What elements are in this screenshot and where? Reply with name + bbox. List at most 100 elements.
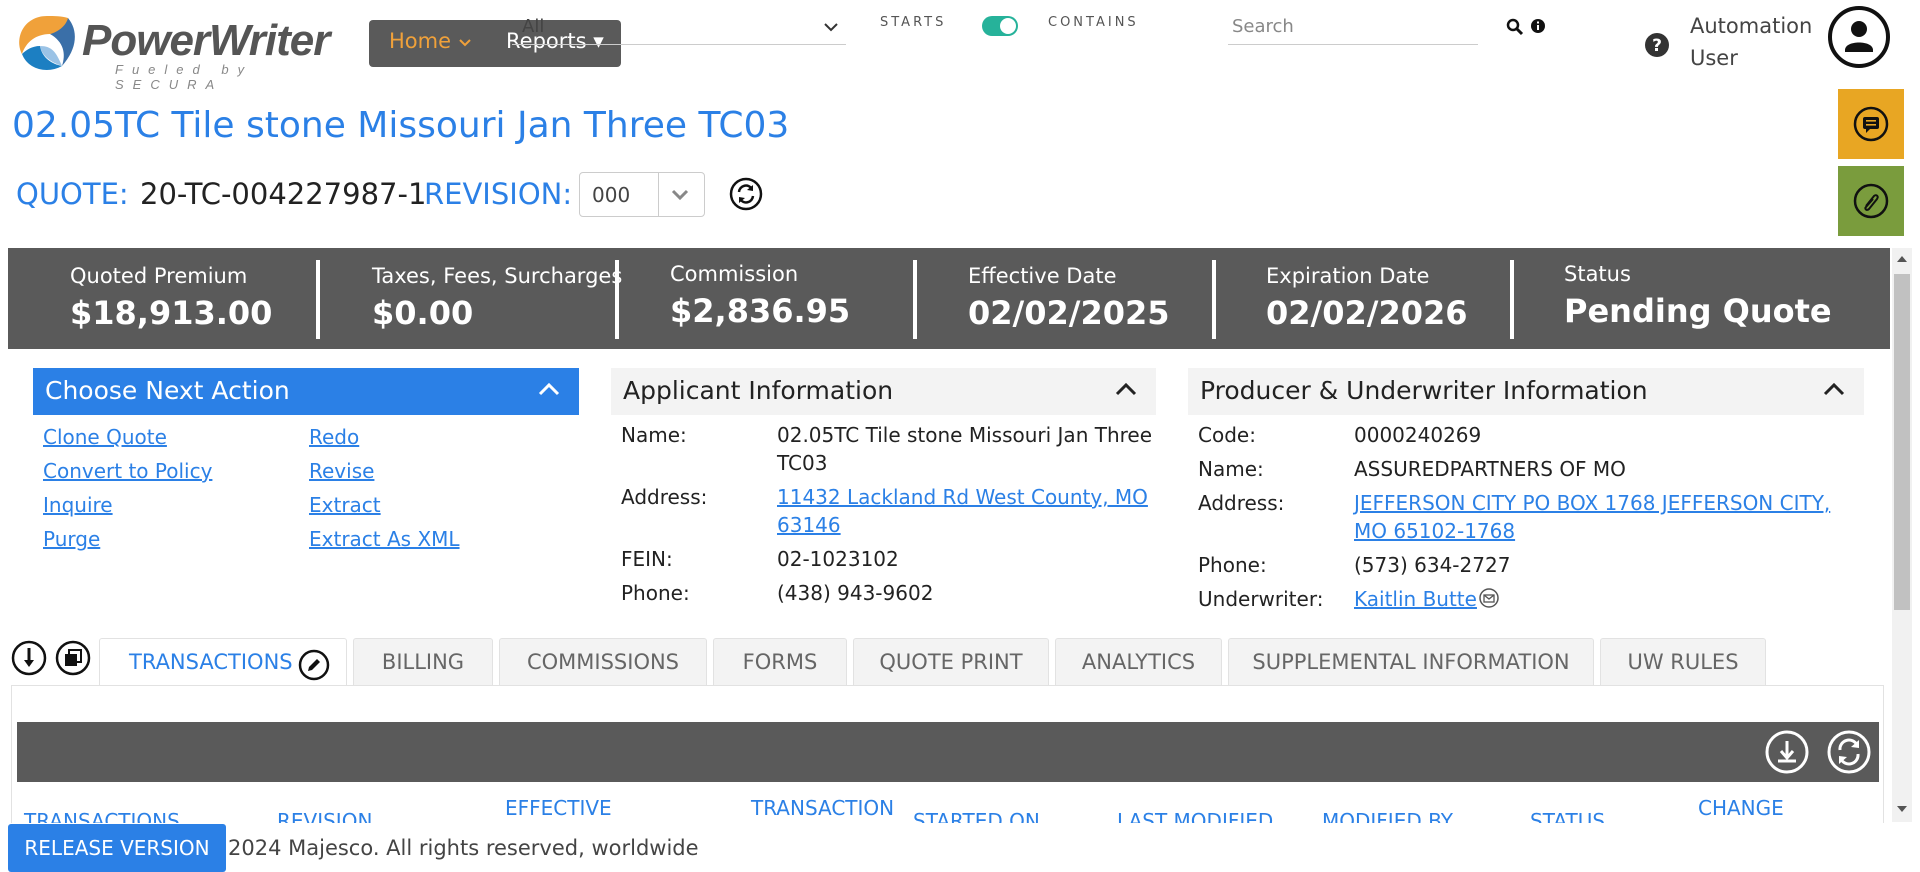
chevron-up-icon[interactable] — [1822, 380, 1846, 398]
page-scrollbar[interactable] — [1892, 248, 1912, 822]
help-icon[interactable]: ? — [1644, 32, 1670, 58]
summary-taxes: Taxes, Fees, Surcharges $0.00 — [372, 264, 622, 332]
tab-uw-rules[interactable]: UW RULES — [1600, 638, 1766, 686]
revision-select[interactable]: 000 — [579, 172, 705, 217]
search-placeholder: Search — [1232, 16, 1294, 37]
producer-code: 0000240269 — [1354, 423, 1482, 447]
next-action-list-left: Clone Quote Convert to Policy Inquire Pu… — [43, 420, 212, 556]
producer-phone: (573) 634-2727 — [1354, 553, 1511, 577]
download-icon[interactable] — [1764, 729, 1810, 775]
next-action-title: Choose Next Action — [45, 376, 290, 405]
copyright-text: 2024 Majesco. All rights reserved, world… — [228, 836, 699, 860]
applicant-address-link[interactable]: 11432 Lackland Rd West County, MO 63146 — [777, 483, 1152, 539]
producer-name-label: Name: — [1198, 457, 1264, 481]
tab-billing[interactable]: BILLING — [353, 638, 493, 686]
page-title: 02.05TC Tile stone Missouri Jan Three TC… — [12, 105, 790, 146]
copy-icon[interactable] — [55, 640, 91, 676]
logo-text: PowerWriter — [82, 16, 330, 65]
next-action-header[interactable]: Choose Next Action — [33, 368, 579, 415]
quote-number: 20-TC-004227987-1 — [140, 177, 427, 211]
divider — [316, 260, 320, 339]
col-effective[interactable]: EFFECTIVE — [505, 795, 612, 821]
search-input[interactable]: Search — [1228, 12, 1478, 45]
summary-quoted-premium: Quoted Premium $18,913.00 — [70, 264, 272, 332]
tab-label: SUPPLEMENTAL INFORMATION — [1252, 650, 1570, 674]
user-name[interactable]: Automation User — [1690, 10, 1812, 74]
tab-label: TRANSACTIONS — [129, 650, 293, 674]
summary-commission: Commission $2,836.95 — [670, 262, 850, 330]
svg-text:?: ? — [1652, 36, 1662, 56]
chevron-down-icon — [824, 23, 838, 32]
producer-address-label: Address: — [1198, 491, 1285, 515]
tab-label: BILLING — [381, 650, 465, 674]
purge-link[interactable]: Purge — [43, 522, 212, 556]
quote-summary-band: Quoted Premium $18,913.00 Taxes, Fees, Su… — [8, 248, 1890, 349]
extract-as-xml-link[interactable]: Extract As XML — [309, 522, 460, 556]
info-icon[interactable] — [1530, 18, 1546, 34]
scrollbar-thumb[interactable] — [1894, 274, 1910, 610]
applicant-phone-label: Phone: — [621, 581, 690, 605]
summary-value: $2,836.95 — [670, 292, 851, 330]
avatar[interactable] — [1828, 6, 1890, 68]
refresh-icon[interactable] — [729, 177, 763, 211]
chat-icon — [1853, 106, 1889, 142]
scroll-up-icon[interactable] — [1896, 254, 1908, 264]
underwriter-link[interactable]: Kaitlin Butte — [1354, 585, 1477, 613]
divider — [1510, 260, 1514, 339]
producer-name: ASSUREDPARTNERS OF MO — [1354, 457, 1626, 481]
producer-info-title: Producer & Underwriter Information — [1200, 376, 1648, 405]
applicant-phone: (438) 943-9602 — [777, 581, 934, 605]
producer-address-link[interactable]: JEFFERSON CITY PO BOX 1768 JEFFERSON CIT… — [1354, 489, 1869, 545]
nav-home[interactable]: Home — [389, 29, 472, 53]
search-scope-value: All — [522, 16, 545, 37]
revision-label: REVISION: — [424, 177, 573, 211]
summary-value: 02/02/2025 — [968, 294, 1170, 332]
download-arrow-icon[interactable] — [11, 640, 47, 676]
search-icon[interactable] — [1506, 18, 1524, 36]
paperclip-icon — [1853, 183, 1889, 219]
redo-link[interactable]: Redo — [309, 420, 460, 454]
chevron-up-icon[interactable] — [1114, 380, 1138, 398]
tab-forms[interactable]: FORMS — [713, 638, 847, 686]
producer-info-header[interactable]: Producer & Underwriter Information — [1188, 368, 1864, 415]
summary-label: Quoted Premium — [70, 264, 248, 288]
summary-value: Pending Quote — [1564, 292, 1832, 330]
inquire-link[interactable]: Inquire — [43, 488, 212, 522]
tab-supplemental-information[interactable]: SUPPLEMENTAL INFORMATION — [1228, 638, 1594, 686]
attachments-button[interactable] — [1838, 166, 1904, 236]
col-change[interactable]: CHANGE — [1698, 795, 1784, 821]
revise-link[interactable]: Revise — [309, 454, 460, 488]
applicant-fein: 02-1023102 — [777, 547, 899, 571]
tab-quote-print[interactable]: QUOTE PRINT — [853, 638, 1049, 686]
col-transaction[interactable]: TRANSACTION — [751, 795, 894, 821]
search-scope-select[interactable]: All — [512, 12, 846, 45]
tab-analytics[interactable]: ANALYTICS — [1055, 638, 1222, 686]
applicant-info-title: Applicant Information — [623, 376, 894, 405]
user-name-line1: Automation — [1690, 14, 1813, 38]
applicant-info-header[interactable]: Applicant Information — [611, 368, 1156, 415]
applicant-name: 02.05TC Tile stone Missouri Jan Three TC… — [777, 423, 1153, 475]
tab-transactions[interactable]: TRANSACTIONS — [99, 638, 347, 686]
convert-to-policy-link[interactable]: Convert to Policy — [43, 454, 212, 488]
email-icon[interactable] — [1479, 588, 1499, 608]
refresh-icon[interactable] — [1826, 729, 1872, 775]
edit-icon[interactable] — [298, 649, 330, 681]
tab-label: UW RULES — [1627, 650, 1739, 674]
grid-toolbar — [17, 722, 1879, 782]
release-version-button[interactable]: RELEASE VERSION — [8, 824, 226, 872]
tab-label: COMMISSIONS — [526, 650, 680, 674]
clone-quote-link[interactable]: Clone Quote — [43, 420, 212, 454]
next-action-list-right: Redo Revise Extract Extract As XML — [309, 420, 460, 556]
extract-link[interactable]: Extract — [309, 488, 460, 522]
starts-label: STARTS — [880, 15, 947, 30]
nav-home-label: Home — [389, 29, 452, 53]
producer-phone-label: Phone: — [1198, 553, 1267, 577]
chevron-up-icon[interactable] — [537, 380, 561, 398]
tab-commissions[interactable]: COMMISSIONS — [499, 638, 707, 686]
scroll-down-icon[interactable] — [1896, 804, 1908, 814]
chevron-down-icon — [671, 189, 689, 201]
starts-contains-toggle[interactable] — [982, 16, 1018, 36]
summary-label: Taxes, Fees, Surcharges — [372, 264, 623, 288]
powerwriter-logo[interactable]: PowerWriter Fueled by SECURA — [12, 10, 357, 92]
chat-button[interactable] — [1838, 89, 1904, 159]
